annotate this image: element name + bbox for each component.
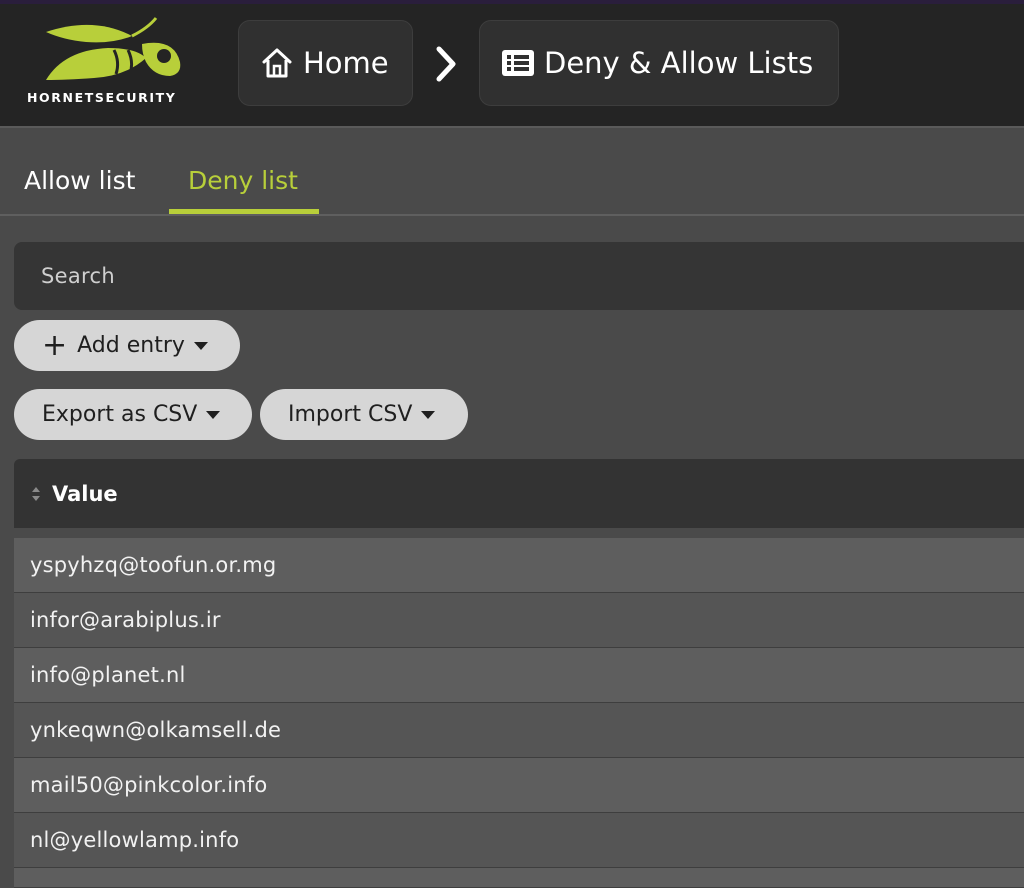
export-csv-button[interactable]: Export as CSV (14, 389, 252, 440)
table-row[interactable]: ynkeqwn@olkamsell.de (14, 703, 1024, 758)
add-entry-button[interactable]: + Add entry (14, 320, 240, 371)
tab-deny-list[interactable]: Deny list (188, 166, 298, 195)
deny-list-table-body: yspyhzq@toofun.or.mg infor@arabiplus.ir … (14, 538, 1024, 888)
caret-down-icon (193, 341, 208, 350)
table-row[interactable]: info@planet.nl (14, 648, 1024, 703)
column-header-label: Value (52, 481, 118, 506)
sort-icon (32, 486, 40, 501)
column-header-value[interactable]: Value (14, 459, 1024, 528)
search-input[interactable]: Search (14, 242, 1024, 310)
list-icon (500, 45, 536, 81)
tab-allow-list[interactable]: Allow list (24, 166, 135, 195)
home-icon (259, 45, 295, 81)
breadcrumb-lists-label: Deny & Allow Lists (544, 46, 814, 80)
table-row[interactable] (14, 868, 1024, 888)
breadcrumb-home-label: Home (303, 46, 389, 80)
active-tab-indicator (169, 209, 319, 214)
logo-text: HORNETSECURITY (27, 90, 177, 105)
breadcrumb-home[interactable]: Home (238, 20, 413, 106)
import-csv-label: Import CSV (288, 402, 413, 427)
add-entry-label: Add entry (77, 333, 185, 358)
caret-down-icon (421, 410, 436, 419)
import-csv-button[interactable]: Import CSV (260, 389, 468, 440)
list-tabs (0, 128, 1024, 216)
breadcrumb-deny-allow-lists[interactable]: Deny & Allow Lists (479, 20, 839, 106)
chevron-right-icon (436, 46, 456, 82)
plus-icon: + (42, 327, 68, 363)
table-row[interactable]: mail50@pinkcolor.info (14, 758, 1024, 813)
export-csv-label: Export as CSV (42, 402, 198, 427)
table-row[interactable]: nl@yellowlamp.info (14, 813, 1024, 868)
table-row[interactable]: yspyhzq@toofun.or.mg (14, 538, 1024, 593)
table-row[interactable]: infor@arabiplus.ir (14, 593, 1024, 648)
caret-down-icon (206, 410, 221, 419)
tabs-divider (0, 214, 1024, 216)
